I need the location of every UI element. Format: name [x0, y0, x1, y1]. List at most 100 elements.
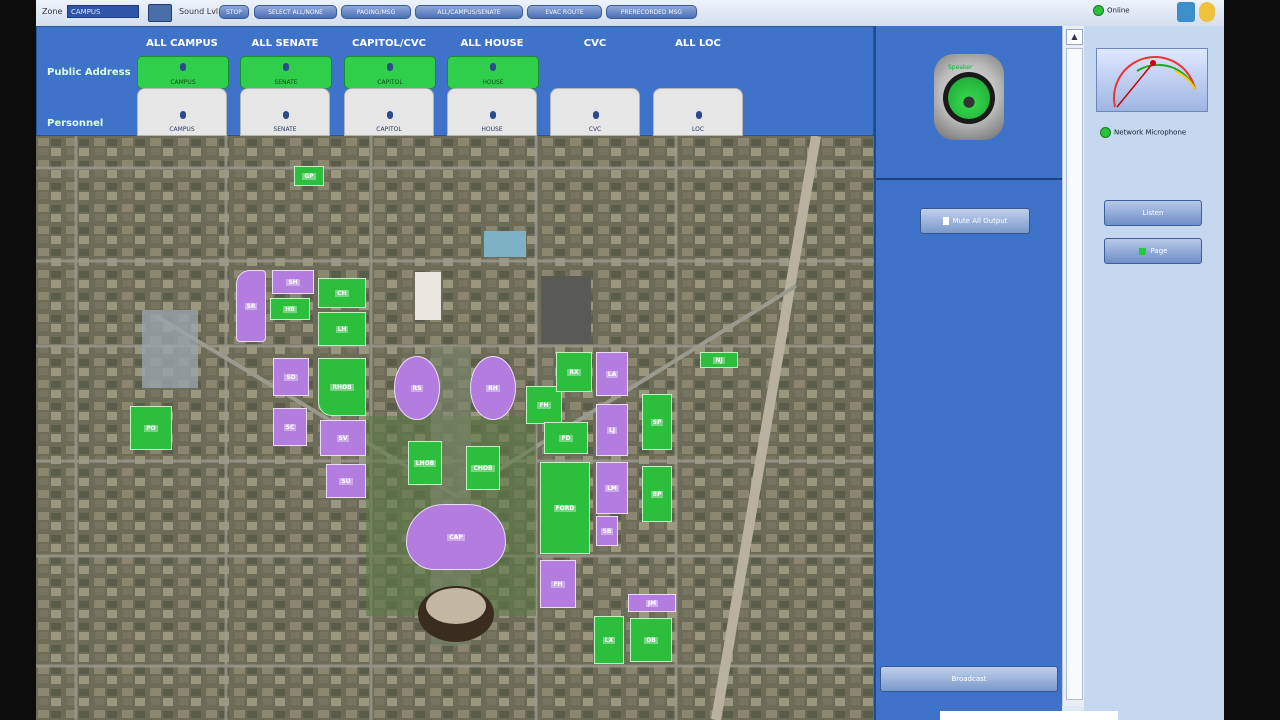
house-building[interactable]: LHOB [408, 441, 442, 485]
senate-building[interactable]: RH [470, 356, 516, 420]
page-button[interactable]: Page [1104, 238, 1202, 264]
house-building[interactable]: FORD [540, 462, 590, 554]
prerecorded-message-button[interactable]: PRERECORDED MSG [606, 5, 697, 19]
zone-pa-house-button[interactable]: HOUSE [447, 56, 539, 89]
scroll-thumb[interactable] [1066, 48, 1083, 700]
senate-building[interactable]: JM [628, 594, 676, 612]
zone-personnel-label: SENATE [273, 126, 297, 133]
stop-button[interactable]: STOP [219, 5, 249, 19]
user-icon[interactable] [1177, 2, 1195, 22]
zone-all-house: ALL HOUSE HOUSE HOUSE [446, 27, 539, 137]
senate-building[interactable]: SD [273, 358, 309, 396]
zone-title: ALL SENATE [251, 38, 319, 49]
page-icon [1138, 247, 1146, 255]
control-panel: Speaker Mute All Output Broadcast [874, 26, 1062, 720]
campus-map[interactable]: SR SH SD SC SV SU RS RH CAP LA LJ LM SB … [36, 136, 874, 720]
evac-route-button[interactable]: EVAC ROUTE [527, 5, 602, 19]
zone-pa-label: CAPITOL [377, 79, 403, 86]
microphone-icon [283, 111, 289, 119]
mute-output-button[interactable]: Mute All Output [920, 208, 1030, 234]
microphone-icon [696, 111, 702, 119]
house-building[interactable]: HB [270, 298, 310, 320]
zone-title: ALL CAMPUS [146, 38, 218, 49]
microphone-icon [490, 63, 496, 71]
zone-personnel-label: CAMPUS [169, 126, 195, 133]
speaker-ring [943, 72, 995, 124]
house-building[interactable]: RHOB [318, 358, 366, 416]
zone-header: Public Address Personnel ALL CAMPUS CAMP… [36, 26, 874, 136]
house-building[interactable]: FD [544, 422, 588, 454]
house-building[interactable]: LH [318, 312, 366, 346]
senate-building[interactable]: LJ [596, 404, 628, 456]
paging-button[interactable]: PAGING/MSG [341, 5, 411, 19]
zone-personnel-house-button[interactable]: HOUSE [447, 88, 537, 136]
speaker-button[interactable]: Speaker [934, 54, 1004, 140]
zone-cvc: CVC CVC [549, 27, 641, 137]
zone-title: ALL LOC [675, 38, 721, 49]
status-text: Online [1107, 6, 1130, 15]
status-dot-icon [1093, 5, 1104, 16]
microphone-icon [180, 63, 186, 71]
zone-title: ALL HOUSE [460, 38, 524, 49]
zone-capitol-cvc: CAPITOL/CVC CAPITOL CAPITOL [343, 27, 436, 137]
select-all-button[interactable]: SELECT ALL/NONE [254, 5, 337, 19]
zone-personnel-label: CAPITOL [376, 126, 402, 133]
capitol-building[interactable]: CAP [406, 504, 506, 570]
house-building[interactable]: GP [294, 166, 324, 186]
zone-personnel-campus-button[interactable]: CAMPUS [137, 88, 227, 136]
zone-pa-senate-button[interactable]: SENATE [240, 56, 332, 89]
senate-building[interactable]: LM [596, 462, 628, 514]
app-screen: Zone CAMPUS Sound Lvl STOP SELECT ALL/NO… [36, 0, 1224, 720]
microphone-status: Network Microphone [1100, 127, 1186, 138]
senate-building[interactable]: FH [540, 560, 576, 608]
zone-personnel-senate-button[interactable]: SENATE [240, 88, 330, 136]
zone-pa-capitol-button[interactable]: CAPITOL [344, 56, 436, 89]
zone-personnel-cvc-button[interactable]: CVC [550, 88, 640, 136]
house-building[interactable]: BP [642, 466, 672, 522]
top-toolbar: Zone CAMPUS Sound Lvl STOP SELECT ALL/NO… [36, 0, 1224, 27]
zone-personnel-label: CVC [588, 126, 602, 133]
connection-status: Online [1093, 5, 1130, 16]
senate-building[interactable]: RS [394, 356, 440, 420]
campus-senate-button[interactable]: ALL/CAMPUS/SENATE [415, 5, 523, 19]
scroll-up-icon[interactable]: ▲ [1066, 29, 1083, 45]
house-building[interactable]: LX [594, 616, 624, 664]
senate-building[interactable]: SV [320, 420, 366, 456]
microphone-icon [387, 111, 393, 119]
status-dot-icon [1100, 127, 1111, 138]
microphone-icon [593, 111, 599, 119]
senate-building[interactable]: SR [236, 270, 266, 342]
house-building[interactable]: RX [556, 352, 592, 392]
senate-building[interactable]: LA [596, 352, 628, 396]
house-building[interactable]: SP [642, 394, 672, 450]
house-building[interactable]: PO [130, 406, 172, 450]
microphone-icon [180, 111, 186, 119]
alert-icon[interactable] [1199, 2, 1215, 22]
senate-building[interactable]: SC [273, 408, 307, 446]
zone-pa-label: CAMPUS [170, 79, 196, 86]
senate-building[interactable]: SU [326, 464, 366, 498]
senate-building[interactable]: SH [272, 270, 314, 294]
row-label-public-address: Public Address [47, 67, 131, 78]
vertical-scrollbar[interactable]: ▲ [1062, 26, 1085, 706]
zone-personnel-label: LOC [691, 126, 705, 133]
monitor-icon[interactable] [148, 4, 172, 22]
zone-all-campus: ALL CAMPUS CAMPUS CAMPUS [136, 27, 229, 137]
broadcast-button[interactable]: Broadcast [880, 666, 1058, 692]
house-building[interactable]: NJ [700, 352, 738, 368]
zone-title: CVC [583, 38, 607, 49]
notification-tray [940, 711, 1118, 720]
house-building[interactable]: OB [630, 618, 672, 662]
mute-button-label: Mute All Output [952, 217, 1008, 225]
house-building[interactable]: CHOB [466, 446, 500, 490]
zone-pa-campus-button[interactable]: CAMPUS [137, 56, 229, 89]
senate-building[interactable]: SB [596, 516, 618, 546]
zone-all-loc: ALL LOC LOC [652, 27, 744, 137]
speaker-icon [948, 77, 990, 119]
zone-personnel-loc-button[interactable]: LOC [653, 88, 743, 136]
microphone-icon [490, 111, 496, 119]
zone-personnel-capitol-button[interactable]: CAPITOL [344, 88, 434, 136]
house-building[interactable]: CH [318, 278, 366, 308]
zone-select[interactable]: CAMPUS [67, 5, 139, 18]
listen-button[interactable]: Listen [1104, 200, 1202, 226]
